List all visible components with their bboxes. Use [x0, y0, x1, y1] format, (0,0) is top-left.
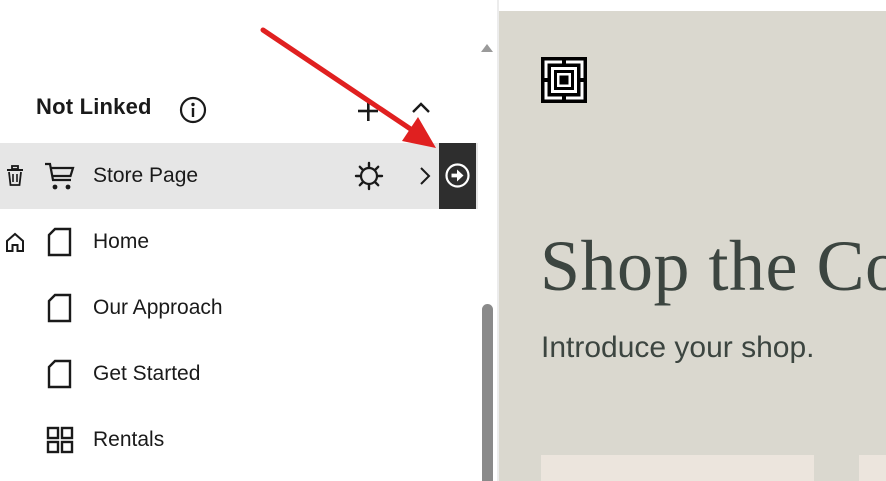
- grid-icon: [46, 426, 74, 454]
- site-preview[interactable]: Shop the Co Introduce your shop.: [499, 11, 886, 481]
- open-page-button[interactable]: [439, 143, 476, 209]
- home-icon: [6, 232, 24, 252]
- not-linked-section-header[interactable]: Not Linked: [0, 88, 480, 128]
- page-row-rentals[interactable]: Rentals: [0, 407, 478, 473]
- page-icon: [47, 227, 72, 257]
- page-label-home: Home: [93, 230, 150, 253]
- trash-icon[interactable]: [4, 164, 26, 188]
- page-label-our-approach: Our Approach: [93, 296, 223, 319]
- page-icon: [47, 293, 72, 323]
- page-row-store-page[interactable]: Store Page: [0, 143, 478, 209]
- chevron-right-icon[interactable]: [416, 165, 434, 187]
- hero-title: Shop the Co: [540, 226, 886, 306]
- scrollbar-thumb[interactable]: [482, 304, 493, 481]
- page-label-get-started: Get Started: [93, 362, 201, 385]
- page-row-get-started[interactable]: Get Started: [0, 341, 478, 407]
- section-title: Not Linked: [36, 94, 152, 119]
- product-card[interactable]: [859, 455, 886, 481]
- chevron-up-icon[interactable]: [408, 96, 434, 122]
- page-row-home[interactable]: Home: [0, 209, 478, 275]
- site-logo-icon: [541, 57, 587, 103]
- page-label-store-page: Store Page: [93, 164, 199, 187]
- cart-icon: [45, 162, 75, 190]
- gear-icon[interactable]: [354, 161, 384, 191]
- pages-panel: Not Linked Store Page Home Our Approach …: [0, 0, 480, 481]
- page-row-our-approach[interactable]: Our Approach: [0, 275, 478, 341]
- scroll-up-arrow-icon[interactable]: [480, 40, 494, 54]
- hero-subtitle: Introduce your shop.: [541, 331, 815, 364]
- info-circle-icon[interactable]: [179, 96, 207, 124]
- arrow-right-circle-icon: [445, 163, 470, 188]
- page-label-rentals: Rentals: [93, 428, 165, 451]
- plus-icon[interactable]: [355, 98, 381, 124]
- product-card[interactable]: [541, 455, 814, 481]
- page-icon: [47, 359, 72, 389]
